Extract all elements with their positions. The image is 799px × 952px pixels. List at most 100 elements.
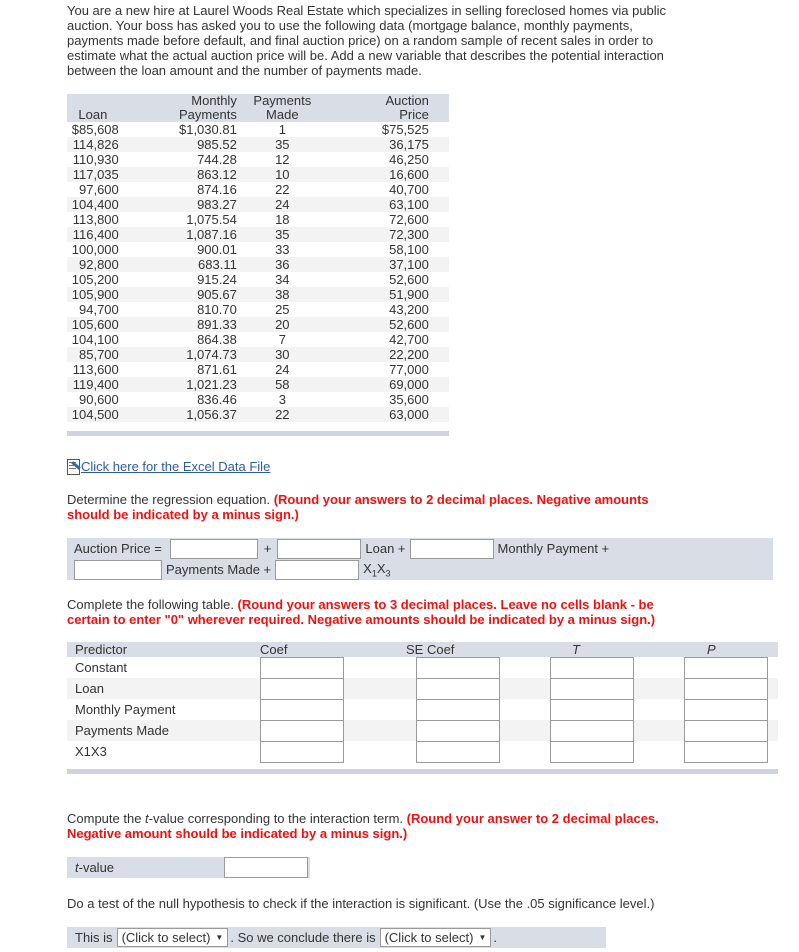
monthly-payment-cell: 863.12 (118, 167, 243, 182)
coef-input[interactable] (260, 720, 344, 742)
monthly-payment-cell: 985.52 (118, 137, 243, 152)
monthly-payment-cell: 1,087.16 (118, 227, 243, 242)
loan-cell: 117,035 (67, 167, 119, 182)
payments-made-cell: 30 (242, 347, 322, 362)
intercept-input[interactable] (169, 538, 258, 559)
auction-price-cell: 16,600 (321, 167, 431, 182)
se-input[interactable] (416, 741, 500, 763)
coef-input[interactable] (260, 678, 344, 700)
dropdown-arrow-icon: ▼ (215, 933, 224, 942)
t-input[interactable] (550, 741, 634, 763)
monthly-payment-cell: 871.61 (197, 362, 237, 377)
data-row: 105,600 891.33 20 52,600 (67, 317, 449, 332)
loan-cell: $85,608 (71, 122, 119, 137)
t-value-label: t-value (75, 860, 115, 875)
auction-price-cell: 52,600 (321, 317, 431, 332)
p-input[interactable] (684, 720, 768, 742)
payments-made-cell: 24 (275, 362, 290, 377)
equation-lhs-label: Auction Price = (74, 541, 162, 556)
interaction-conclusion-select[interactable]: (Click to select) ▼ (379, 928, 492, 947)
payments-made-cell: 22 (275, 182, 290, 197)
auction-price-cell: 72,600 (389, 212, 429, 227)
monthly-payment-label: Monthly Payment + (497, 541, 610, 556)
payments-made-label: Payments Made + (166, 562, 272, 577)
monthly-payment-cell: 891.33 (118, 317, 243, 332)
predictor-label: Monthly Payment (75, 702, 176, 717)
data-row: 105,900 905.67 38 51,900 (67, 287, 449, 302)
header-se-coef: SE Coef (406, 642, 455, 657)
se-input[interactable] (416, 678, 500, 700)
predictor-row: Payments Made (67, 720, 778, 742)
question-complete-table: Complete the following table. (Round you… (67, 597, 656, 627)
data-row: $85,608 $1,030.81 1 $75,525 (67, 122, 449, 137)
monthly-payment-cell: 864.38 (197, 332, 237, 347)
monthly-payment-cell: 1,074.73 (118, 347, 243, 362)
loan-cell: 104,100 (71, 332, 119, 347)
p-input[interactable] (684, 678, 768, 700)
data-row: 105,200 915.24 34 52,600 (67, 272, 449, 287)
auction-price-cell: 22,200 (321, 347, 431, 362)
payments-made-cell: 36 (242, 257, 322, 272)
conclusion-prefix: This is (75, 930, 113, 945)
question-t-value: Compute the t-value corresponding to the… (67, 811, 659, 841)
auction-price-cell: 63,100 (321, 197, 431, 212)
data-row: 117,035 863.12 10 16,600 (67, 167, 449, 182)
auction-price-cell: 43,200 (389, 302, 429, 317)
payments-made-cell: 18 (275, 212, 290, 227)
auction-price-cell: 40,700 (389, 182, 429, 197)
header-t: T (572, 642, 580, 657)
p-input[interactable] (684, 657, 768, 679)
data-table: Loan Monthly Payments Payments Made Auctio… (67, 94, 449, 422)
interaction-coef-input[interactable] (275, 559, 360, 580)
significance-select[interactable]: (Click to select) ▼ (116, 928, 229, 947)
payments-made-coef-input[interactable] (74, 559, 162, 580)
t-input[interactable] (550, 678, 634, 700)
t-input[interactable] (550, 720, 634, 742)
monthly-payment-cell: 900.01 (197, 242, 237, 257)
excel-data-file-link[interactable]: Click here for the Excel Data File (81, 459, 270, 474)
auction-price-cell: $75,525 (381, 122, 429, 137)
auction-price-cell: 37,100 (321, 257, 431, 272)
predictor-label: X1X3 (75, 744, 107, 759)
coef-input[interactable] (260, 699, 344, 721)
header-monthly-payments: Monthly Payments (118, 94, 243, 122)
loan-label: Loan + (365, 541, 406, 556)
plus-label: + (263, 541, 272, 556)
loan-cell: 100,000 (71, 242, 119, 257)
auction-price-cell: 77,000 (389, 362, 429, 377)
payments-made-cell: 3 (278, 392, 286, 407)
coef-input[interactable] (260, 657, 344, 679)
data-row: 113,600 871.61 24 77,000 (67, 362, 449, 377)
conclusion-end: . (493, 930, 497, 945)
t-input[interactable] (550, 699, 634, 721)
payments-made-cell: 24 (242, 197, 322, 212)
loan-cell: 85,700 (67, 347, 119, 362)
loan-cell: 104,400 (67, 197, 119, 212)
p-input[interactable] (684, 699, 768, 721)
monthly-payment-cell: 744.28 (197, 152, 237, 167)
se-input[interactable] (416, 657, 500, 679)
p-input[interactable] (684, 741, 768, 763)
data-row: 97,600 874.16 22 40,700 (67, 182, 449, 197)
payments-made-cell: 35 (242, 227, 322, 242)
auction-price-cell: 63,000 (321, 407, 431, 422)
t-input[interactable] (550, 657, 634, 679)
header-loan: Loan (67, 94, 119, 122)
monthly-payment-cell: $1,030.81 (178, 122, 237, 137)
loan-cell: 113,800 (72, 212, 119, 227)
auction-price-cell: 46,250 (389, 152, 429, 167)
payments-made-cell: 20 (242, 317, 322, 332)
coef-input[interactable] (260, 741, 344, 763)
data-row: 113,800 1,075.54 18 72,600 (67, 212, 449, 227)
predictor-row: Constant (67, 657, 778, 679)
excel-link-row[interactable]: Click here for the Excel Data File (67, 459, 270, 475)
payments-made-cell: 10 (242, 167, 322, 182)
loan-coef-input[interactable] (277, 538, 362, 559)
se-input[interactable] (416, 699, 500, 721)
monthly-payment-coef-input[interactable] (409, 538, 494, 559)
se-input[interactable] (416, 720, 500, 742)
t-value-input[interactable] (224, 857, 308, 878)
payments-made-cell: 38 (242, 287, 322, 302)
document-icon (67, 459, 81, 475)
auction-price-cell: 42,700 (389, 332, 429, 347)
